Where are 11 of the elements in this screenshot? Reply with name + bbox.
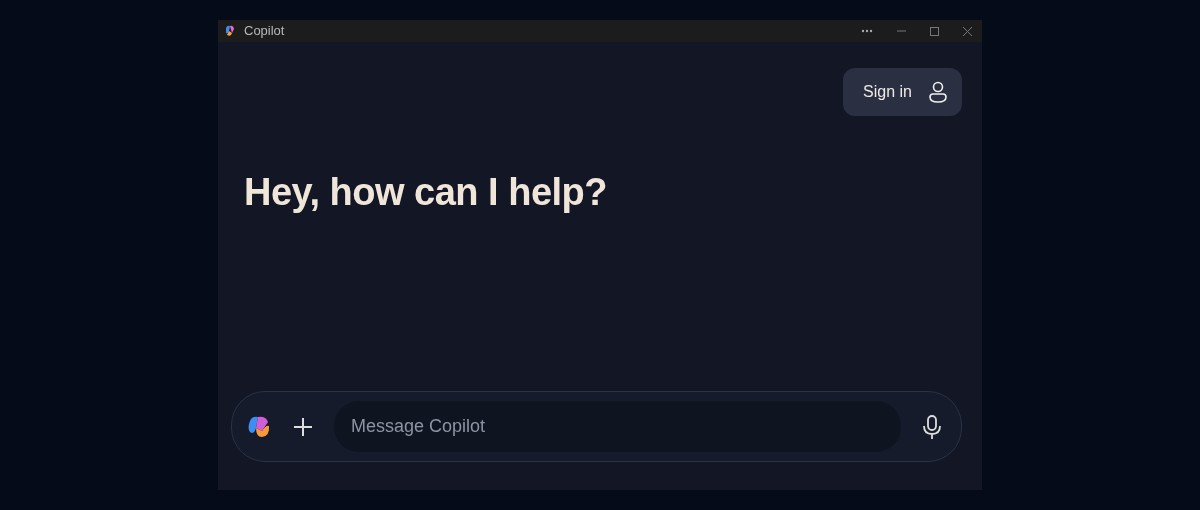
more-icon[interactable] [861,29,873,33]
close-icon[interactable] [963,26,972,36]
message-input[interactable]: Message Copilot [334,401,901,452]
plus-icon [292,415,314,438]
app-logo-icon [224,25,236,37]
microphone-icon [921,413,943,440]
sign-in-button[interactable]: Sign in [843,68,962,116]
user-icon [928,81,948,103]
maximize-icon[interactable] [930,26,939,36]
greeting-heading: Hey, how can I help? [244,170,609,215]
window-title: Copilot [244,22,285,41]
